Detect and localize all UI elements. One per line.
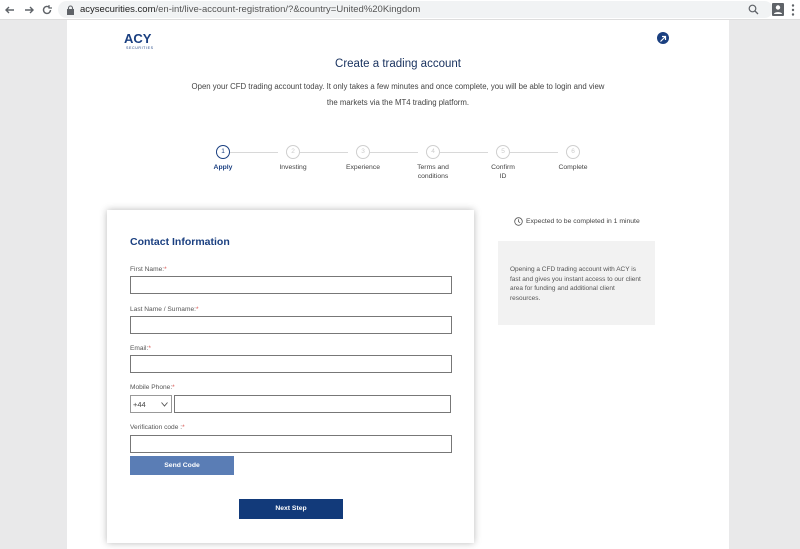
step-number: 4 [426, 145, 440, 159]
email-label: Email:* [130, 345, 151, 352]
step-confirm-id: 5 Confirm ID [473, 145, 533, 181]
send-code-button[interactable]: Send Code [130, 456, 234, 475]
last-name-label: Last Name / Surname:* [130, 306, 199, 313]
completion-time-text: Expected to be completed in 1 minute [526, 218, 640, 225]
step-label: Terms and conditions [417, 164, 449, 180]
step-label: Complete [558, 164, 588, 171]
url-domain: acysecurities.com [80, 4, 156, 15]
verification-code-field[interactable] [130, 435, 452, 453]
mobile-phone-field[interactable] [174, 395, 451, 413]
contact-form-card: Contact Information First Name:* Last Na… [107, 210, 474, 543]
email-field[interactable] [130, 355, 452, 373]
address-bar[interactable]: acysecurities.com/en-int/live-account-re… [58, 1, 773, 18]
step-number: 5 [496, 145, 510, 159]
clock-icon [514, 217, 523, 226]
back-icon[interactable] [1, 1, 19, 19]
page-content: ACY SECURITIES Create a trading account … [67, 20, 729, 549]
first-name-label: First Name:* [130, 266, 167, 273]
url-path: /en-int/live-account-registration/?&coun… [155, 4, 421, 15]
step-number: 2 [286, 145, 300, 159]
lock-icon [67, 4, 74, 15]
progress-stepper: 1 Apply 2 Investing 3 Experience 4 Terms… [67, 145, 729, 195]
step-label: Confirm ID [491, 164, 515, 180]
step-complete: 6 Complete [543, 145, 603, 172]
step-investing: 2 Investing [263, 145, 323, 172]
step-label: Investing [279, 164, 307, 171]
country-code-select[interactable]: +44 [130, 395, 172, 413]
country-code-value: +44 [133, 399, 146, 409]
step-apply: 1 Apply [193, 145, 253, 172]
zoom-icon[interactable] [748, 4, 759, 15]
svg-text:SECURITIES: SECURITIES [126, 46, 154, 50]
chat-icon[interactable] [657, 32, 669, 44]
profile-icon[interactable] [771, 2, 785, 17]
step-number: 1 [216, 145, 230, 159]
page-title: Create a trading account [335, 58, 461, 70]
chevron-down-icon [161, 402, 168, 407]
acy-logo[interactable]: ACY SECURITIES [123, 30, 167, 50]
intro-text: Open your CFD trading account today. It … [191, 82, 605, 107]
completion-time-note: Expected to be completed in 1 minute [514, 217, 640, 226]
svg-text:ACY: ACY [124, 31, 152, 46]
reload-icon[interactable] [38, 1, 56, 19]
info-text: Opening a CFD trading account with ACY i… [510, 266, 641, 302]
form-title: Contact Information [130, 236, 230, 248]
step-number: 3 [356, 145, 370, 159]
step-terms: 4 Terms and conditions [403, 145, 463, 181]
step-label: Apply [213, 164, 233, 171]
step-number: 6 [566, 145, 580, 159]
browser-toolbar: acysecurities.com/en-int/live-account-re… [0, 0, 800, 20]
menu-icon[interactable] [789, 3, 797, 17]
first-name-field[interactable] [130, 276, 452, 294]
info-panel: Opening a CFD trading account with ACY i… [498, 241, 655, 325]
step-label: Experience [345, 164, 380, 171]
step-experience: 3 Experience [333, 145, 393, 172]
next-step-button[interactable]: Next Step [239, 499, 343, 519]
last-name-field[interactable] [130, 316, 452, 334]
verification-code-label: Verification code :* [130, 424, 185, 431]
mobile-phone-label: Mobile Phone:* [130, 384, 175, 391]
forward-icon[interactable] [20, 1, 38, 19]
